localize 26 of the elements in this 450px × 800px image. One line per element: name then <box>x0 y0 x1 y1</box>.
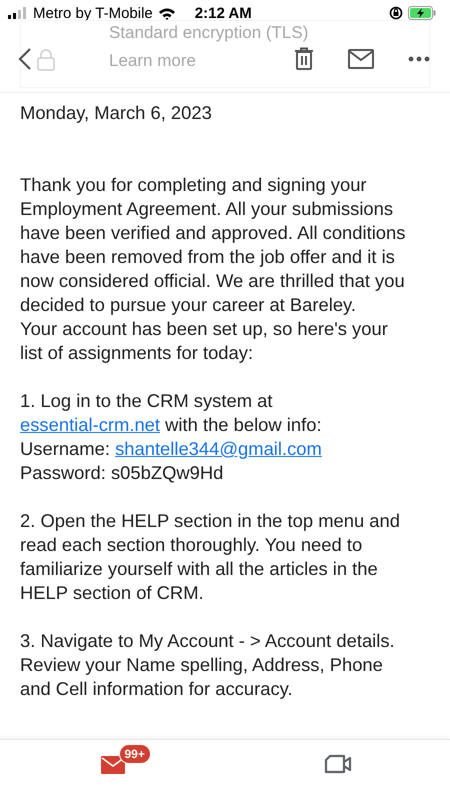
mail-tab[interactable]: 99+ <box>0 740 225 788</box>
email-paragraph: Username: shantelle344@gmail.com <box>20 437 323 461</box>
wifi-icon <box>158 6 176 20</box>
email-paragraph: 1. Log in to the CRM system at essential-crm.net with the below info: <box>20 389 323 437</box>
lock-icon <box>37 49 55 71</box>
battery-icon <box>408 6 436 20</box>
mail-button[interactable] <box>346 47 376 71</box>
video-camera-icon <box>324 754 352 774</box>
carrier-name: Metro by T-Mobile <box>33 4 153 22</box>
signal-icon <box>8 7 28 19</box>
delete-button[interactable] <box>292 45 316 73</box>
learn-more-link[interactable]: Learn more <box>109 51 308 71</box>
email-link[interactable]: shantelle344@gmail.com <box>115 438 322 459</box>
more-button[interactable] <box>406 54 432 64</box>
mail-icon <box>100 753 126 775</box>
encryption-title: Standard encryption (TLS) <box>109 23 308 43</box>
rotation-lock-icon <box>389 6 403 20</box>
email-link[interactable]: essential-crm.net <box>20 414 160 435</box>
email-paragraph: 2. Open the HELP section in the top menu and read each section thoroughly. You need to familiarize yourself with all the articles in the HELP section of CRM. <box>20 509 401 605</box>
email-paragraph: Thank you for completing and signing your Employment Agreement. All your submissions have been verified and approved. All conditions have been removed from the job offer and it is now considered official. We are thrilled that you decided to pursue your career at Bareley. <box>20 173 406 317</box>
email-date: Monday, March 6, 2023 <box>20 101 213 125</box>
unread-badge: 99+ <box>118 744 151 764</box>
email-paragraph: 3. Navigate to My Account - > Account details. Review your Name spelling, Address, Phone and Cell information for accuracy. <box>20 629 396 701</box>
email-paragraph: Password: s05bZQw9Hd <box>20 461 224 485</box>
status-time: 2:12 AM <box>194 4 252 22</box>
email-paragraph: Your account has been set up, so here's your list of assignments for today: <box>20 317 389 365</box>
